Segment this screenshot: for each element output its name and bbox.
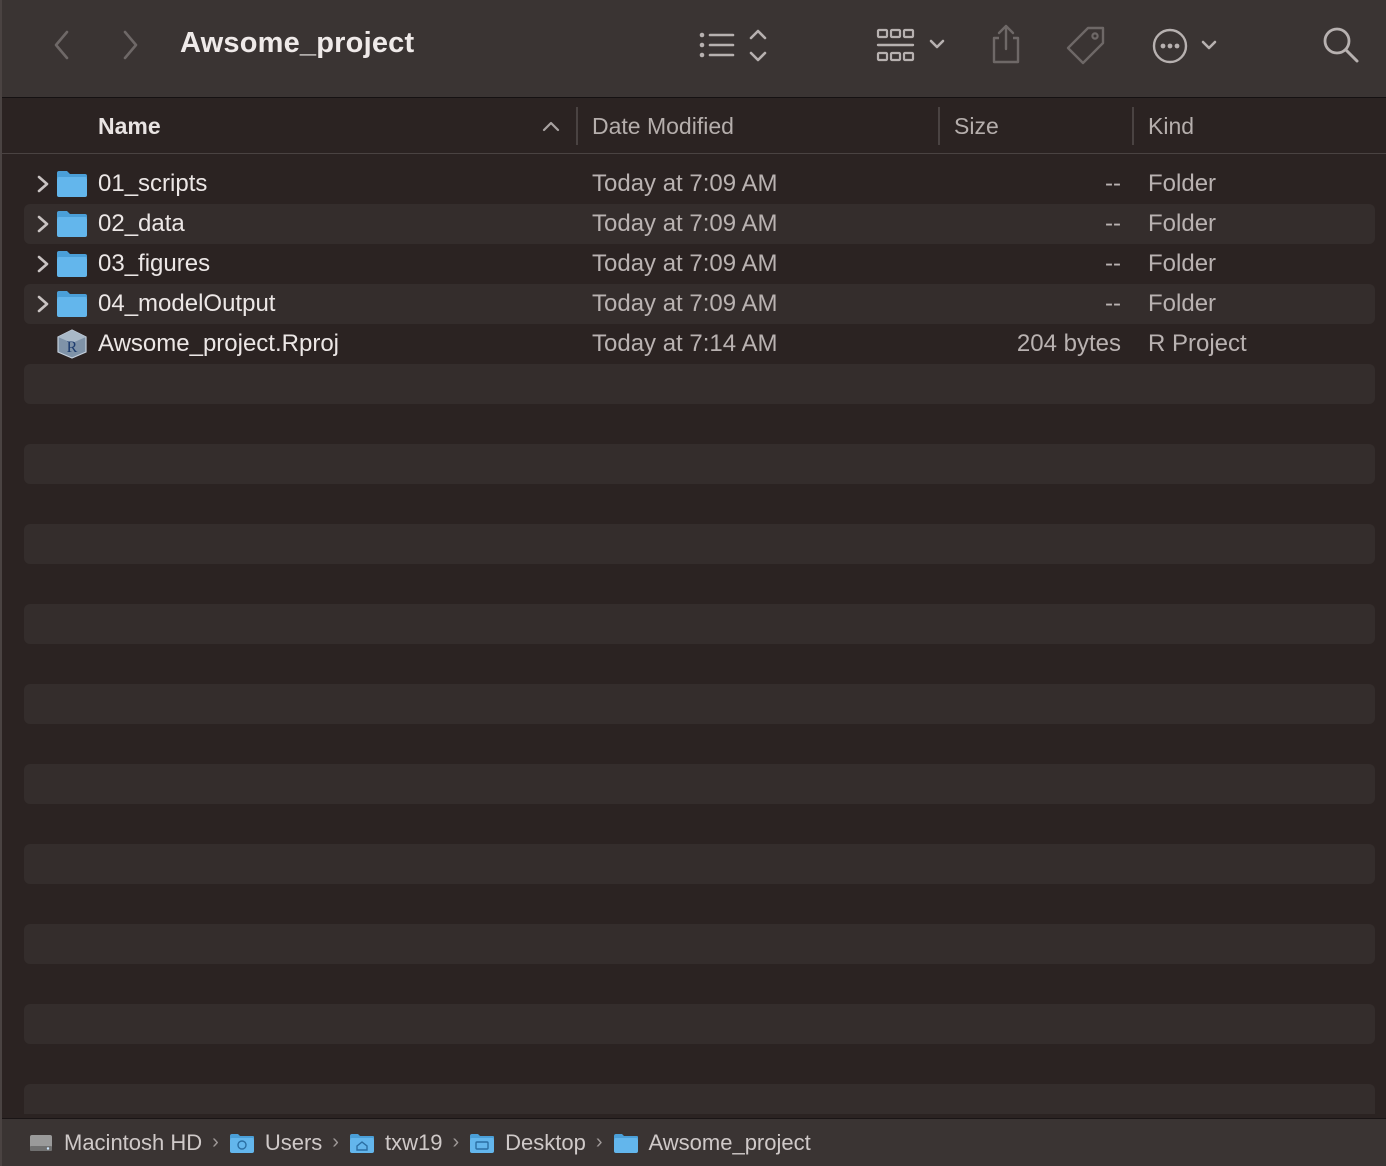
file-name: 01_scripts [98,170,208,197]
file-name: 04_modelOutput [98,290,276,317]
column-size-header[interactable]: Size [954,99,999,153]
file-size: -- [1105,210,1121,237]
file-date: Today at 7:14 AM [592,330,778,357]
file-name: 03_figures [98,250,211,277]
ellipsis-circle-icon [1152,28,1217,64]
file-size: 204 bytes [1016,330,1121,357]
row-stripe [24,924,1375,964]
tag-icon [1066,26,1105,65]
share-button[interactable] [986,22,1026,66]
disclosure-triangle-icon[interactable] [32,212,54,236]
file-name: Awsome_project.Rproj [98,330,339,357]
file-date: Today at 7:09 AM [592,170,778,197]
disclosure-triangle-icon[interactable] [32,252,54,276]
path-separator-icon: › [452,1131,460,1153]
column-name-header[interactable]: Name [98,99,161,153]
folder-icon [57,251,87,277]
row-stripe [24,844,1375,884]
path-separator-icon: › [332,1131,339,1153]
path-label: Desktop [505,1129,586,1155]
users-folder-icon [229,1133,254,1153]
desktop-folder-icon [470,1133,495,1153]
home-folder-icon [349,1133,374,1153]
column-date-header[interactable]: Date Modified [592,99,734,153]
share-icon [992,24,1020,64]
file-kind: Folder [1148,250,1217,277]
folder-icon [613,1133,638,1153]
row-stripe [24,604,1375,644]
column-kind-header[interactable]: Kind [1148,99,1194,153]
column-divider[interactable] [938,107,940,145]
file-size: -- [1105,170,1121,197]
chevron-left-icon [54,30,69,60]
group-button[interactable] [874,26,950,66]
path-label: Awsome_project [648,1129,811,1155]
path-label: Users [264,1129,323,1155]
column-divider[interactable] [576,107,578,145]
finder-window: Awsome_project Name Date Modified Size K… [0,0,1386,1166]
row-stripe [24,524,1375,564]
folder-icon [57,171,87,197]
path-separator-icon: › [212,1131,219,1153]
path-separator-icon: › [595,1131,603,1153]
file-list: 01_scripts Today at 7:09 AM -- Folder 02… [24,164,1375,1114]
file-row[interactable]: 04_modelOutput Today at 7:09 AM -- Folde… [24,284,1375,324]
column-divider[interactable] [1132,107,1134,145]
file-kind: Folder [1148,170,1217,197]
tag-button[interactable] [1064,24,1108,68]
r-project-file-icon: R [57,329,87,359]
toolbar: Awsome_project [2,0,1386,98]
row-stripe [24,444,1375,484]
search-button[interactable] [1320,24,1362,66]
row-stripe [24,1004,1375,1044]
sort-ascending-icon[interactable] [542,119,560,133]
path-item-desktop[interactable]: Desktop [469,1130,586,1156]
file-date: Today at 7:09 AM [592,210,778,237]
window-title: Awsome_project [180,27,415,59]
grid-group-icon [876,28,945,62]
row-stripe [24,364,1375,404]
list-view-icon [699,29,767,62]
file-kind: Folder [1148,290,1217,317]
disclosure-triangle-icon[interactable] [32,172,54,196]
folder-icon [57,211,87,237]
path-item-awsome-project[interactable]: Awsome_project [613,1130,811,1156]
chevron-right-icon [123,30,138,60]
folder-icon [57,291,87,317]
search-icon [1323,27,1359,63]
file-row[interactable]: 02_data Today at 7:09 AM -- Folder [24,204,1375,244]
file-date: Today at 7:09 AM [592,250,778,277]
svg-text:R: R [67,339,78,356]
file-size: -- [1105,250,1121,277]
view-options-button[interactable] [696,26,772,66]
file-row[interactable]: 01_scripts Today at 7:09 AM -- Folder [24,164,1375,204]
file-row[interactable]: R Awsome_project.Rproj Today at 7:14 AM … [24,324,1375,364]
row-stripe [24,684,1375,724]
column-header: Name Date Modified Size Kind [2,99,1386,154]
back-button[interactable] [46,28,76,62]
file-row[interactable]: 03_figures Today at 7:09 AM -- Folder [24,244,1375,284]
forward-button[interactable] [116,28,146,62]
path-item-macintosh-hd[interactable]: Macintosh HD [28,1130,202,1156]
file-date: Today at 7:09 AM [592,290,778,317]
more-actions-button[interactable] [1150,26,1222,66]
path-label: txw19 [384,1129,443,1155]
path-label: Macintosh HD [64,1129,203,1155]
path-item-txw19[interactable]: txw19 [349,1130,442,1156]
file-name: 02_data [98,210,185,237]
file-kind: Folder [1148,210,1217,237]
path-bar: Macintosh HD › Users › txw19 › Desktop ›… [2,1118,1386,1166]
file-size: -- [1105,290,1121,317]
row-stripe [24,1084,1375,1114]
path-item-users[interactable]: Users [229,1130,322,1156]
disclosure-triangle-icon[interactable] [32,292,54,316]
file-kind: R Project [1148,330,1247,357]
row-stripe [24,764,1375,804]
hard-drive-icon [30,1134,52,1151]
